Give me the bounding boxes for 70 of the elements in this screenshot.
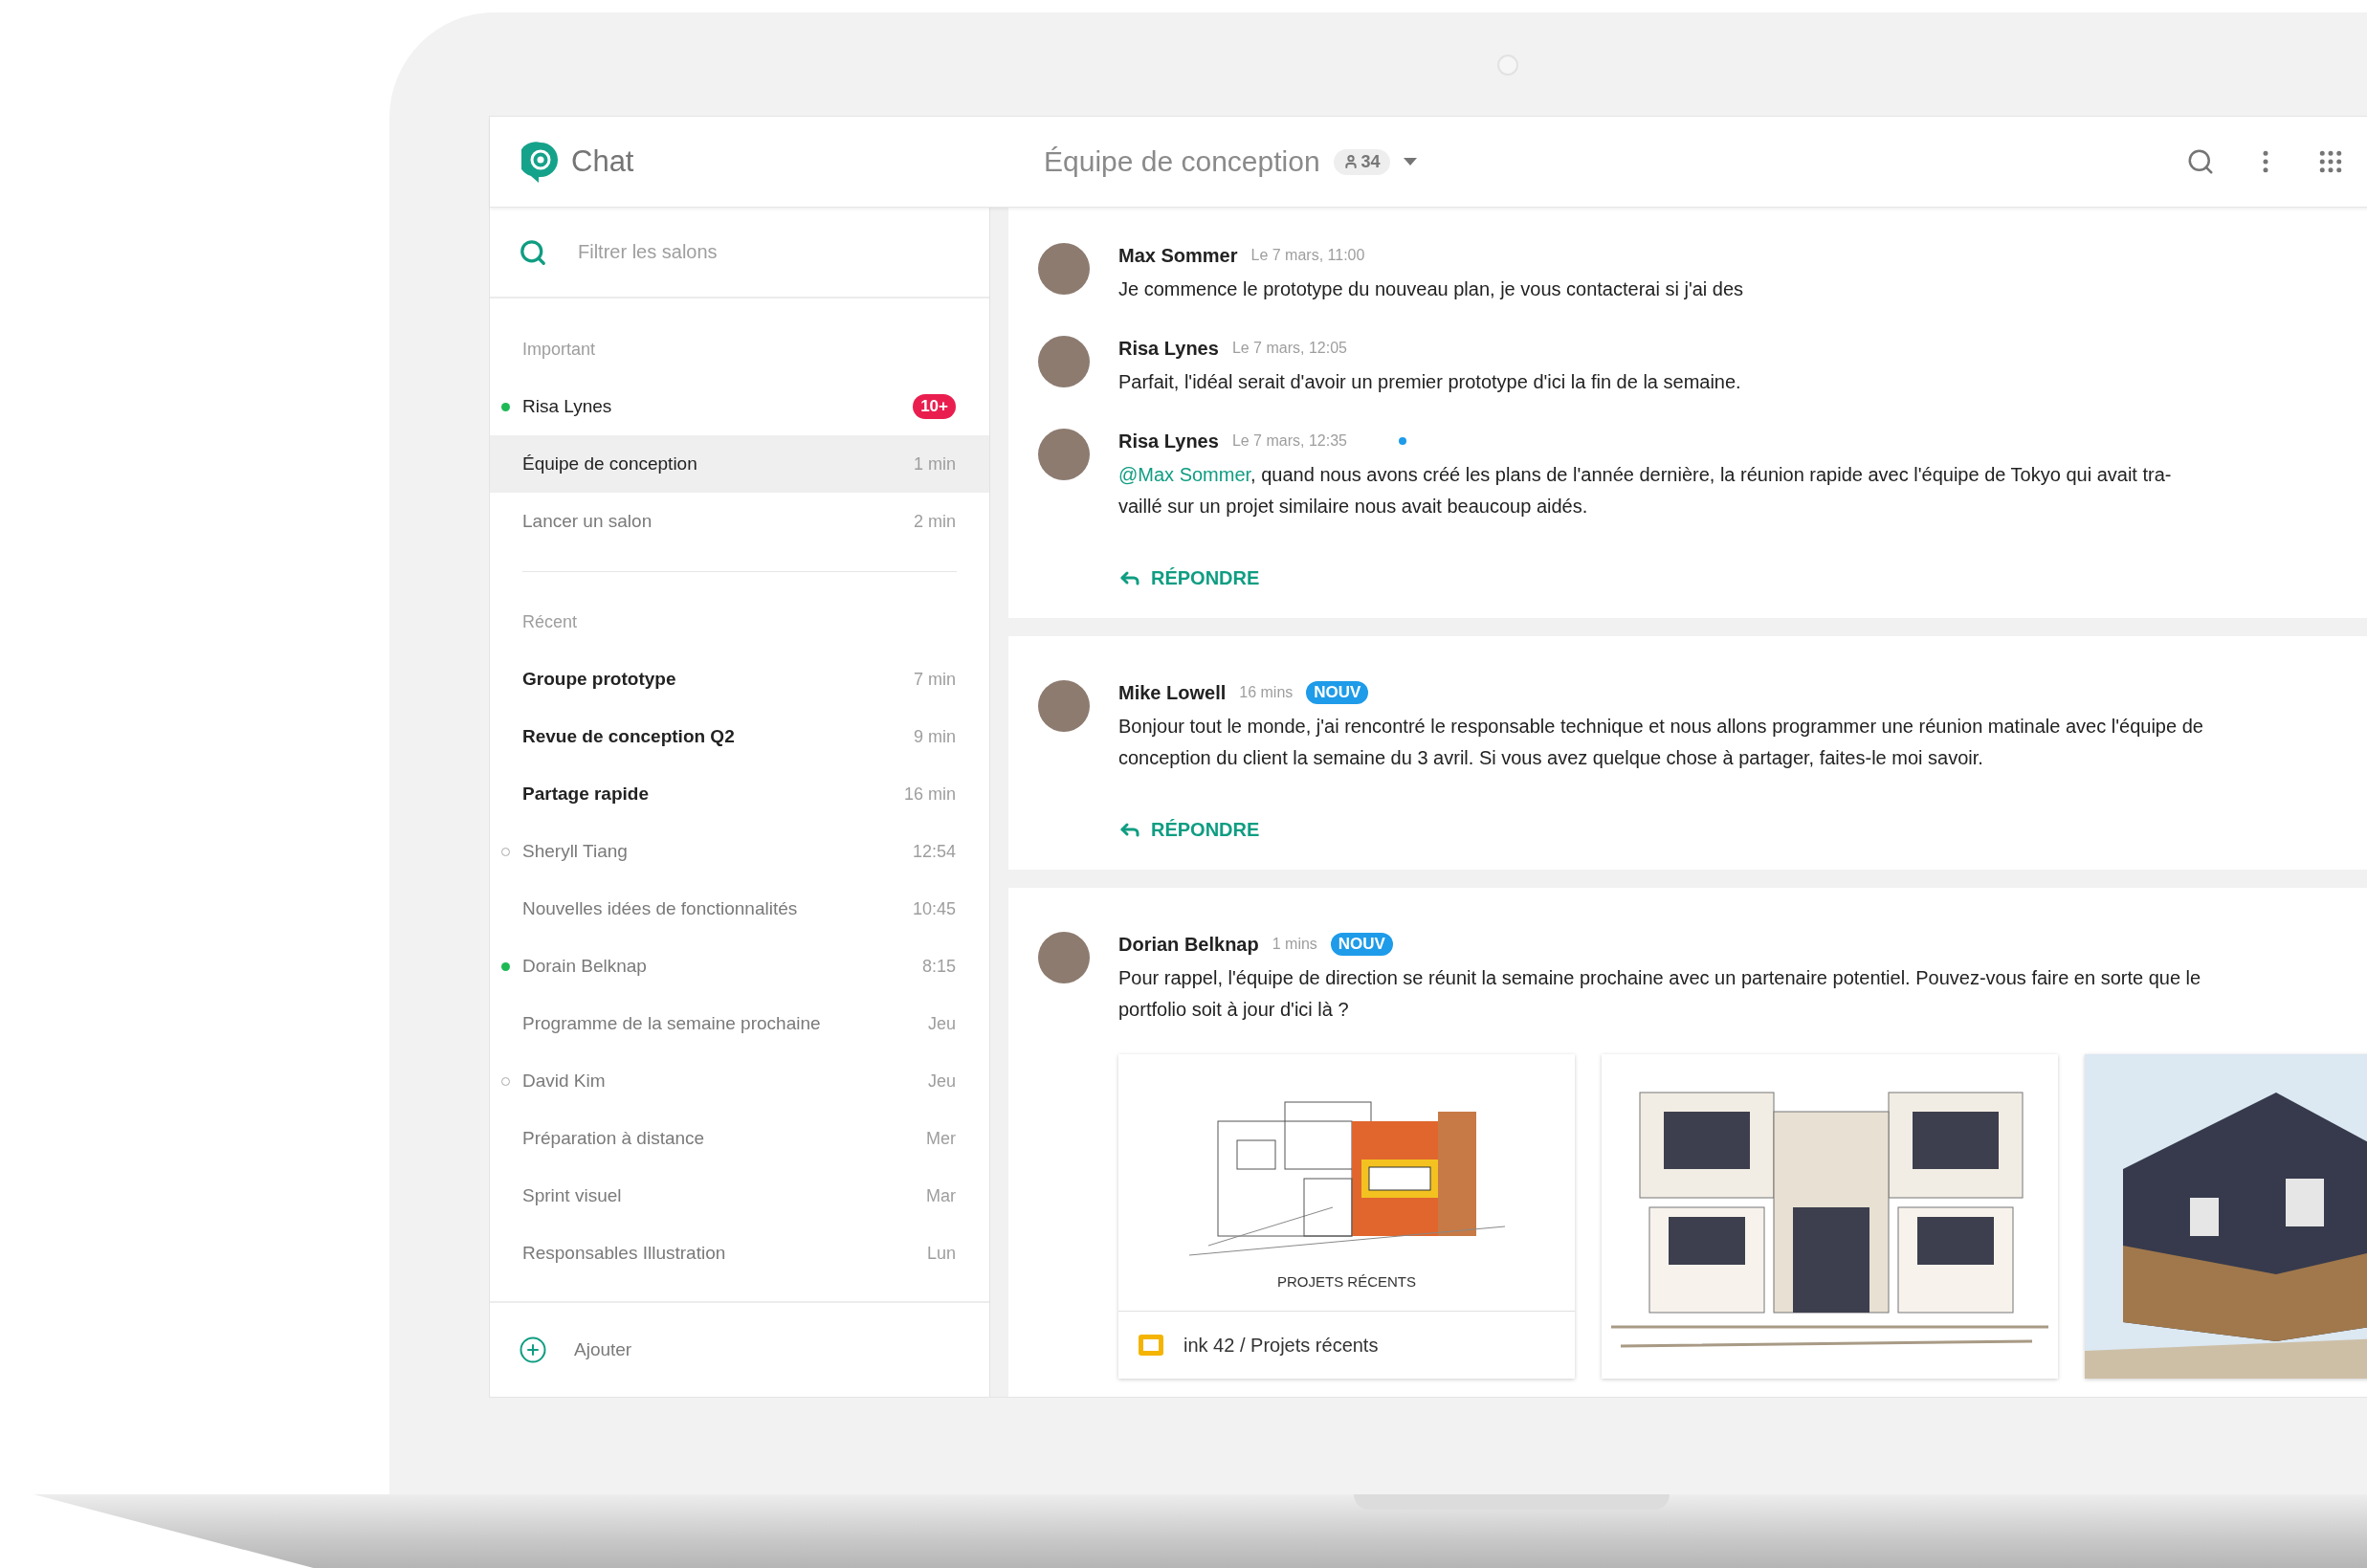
room-time: Lun	[926, 1243, 956, 1264]
app-name: Chat	[571, 144, 634, 179]
room-item[interactable]: Lancer un salon 2 min	[490, 493, 989, 550]
person-icon	[1342, 154, 1359, 169]
author-name: Mike Lowell	[1118, 681, 1227, 704]
unread-count-badge: 10+	[913, 394, 956, 419]
avatar	[1038, 680, 1090, 732]
dropdown-caret-icon[interactable]	[1403, 158, 1417, 166]
section-title: Récent	[521, 610, 579, 633]
reply-button[interactable]: RÉPONDRE	[1118, 818, 1260, 841]
add-label[interactable]: Ajouter	[574, 1339, 632, 1360]
message-time: 1 mins	[1272, 936, 1317, 953]
add-icon[interactable]	[519, 1336, 547, 1364]
room-time: Jeu	[927, 1071, 956, 1092]
message-time: Le 7 mars, 12:05	[1231, 340, 1347, 357]
room-item[interactable]: Groupe prototype 7 min	[490, 651, 989, 708]
room-item[interactable]: Partage rapide 16 min	[490, 765, 989, 823]
avatar	[1038, 243, 1090, 295]
member-count: 34	[1333, 148, 1390, 175]
message-text: @Max Sommer, quand nous avons créé les plans de l'année dernière, la réunion rapide avec l'équipe de Tokyo qui avait tra-vaillé sur un projet similaire nous avait beaucoup aidés.	[1118, 463, 2173, 519]
author-name: Max Sommer	[1118, 244, 1238, 267]
room-time: 2 min	[914, 511, 956, 532]
new-badge: NOUV	[1306, 681, 1369, 704]
new-badge: NOUV	[1330, 933, 1393, 956]
room-item[interactable]: Responsables Illustration Lun	[490, 1225, 989, 1282]
mention-link[interactable]: @Max Sommer	[1118, 464, 1251, 485]
message-time: 16 mins	[1239, 684, 1294, 701]
room-item[interactable]: Équipe de conception 1 min	[490, 435, 989, 493]
search-icon	[519, 237, 547, 267]
room-time: 8:15	[921, 956, 956, 977]
file-title: ink 42 / Projets récents	[1184, 1334, 1379, 1357]
file-preview-card[interactable]: PROJETS RÉCENTS ink 42 / Projets récents	[1118, 1054, 1575, 1379]
avatar	[1038, 429, 1090, 480]
room-time: 1 min	[914, 453, 956, 475]
room-item[interactable]: Nouvelles idées de fonctionnalités 10:45	[490, 880, 989, 938]
message-time: Le 7 mars, 11:00	[1250, 247, 1365, 264]
author-name: Risa Lynes	[1118, 337, 1219, 360]
author-name: Dorian Belknap	[1118, 933, 1259, 956]
message-text: Bonjour tout le monde, j'ai rencontré le responsable technique et nous allons programmer une réunion matinale avec l'équipe de conception du client la semaine du 3 avril. Si vous avez quelque chose à partager, faites-le moi savoir.	[1118, 715, 2203, 770]
slide-caption: PROJETS RÉCENTS	[1277, 1273, 1416, 1290]
room-time: Jeu	[927, 1013, 956, 1034]
room-filter-field[interactable]: Filtrer les salons	[490, 208, 989, 298]
room-time: Mar	[926, 1185, 956, 1206]
room-item[interactable]: Revue de conception Q2 9 min	[490, 708, 989, 765]
room-item[interactable]: David Kim Jeu	[490, 1052, 989, 1110]
message-text: Je commence le prototype du nouveau plan, je vous contacterai si j'ai des	[1118, 277, 1745, 301]
room-title: Équipe de conception	[1044, 145, 1320, 178]
room-time: 7 min	[914, 669, 956, 690]
room-item[interactable]: Sheryll Tiang 12:54	[490, 823, 989, 880]
room-time: 9 min	[914, 726, 956, 747]
room-time: Mer	[926, 1128, 956, 1149]
chat-logo-icon	[521, 141, 560, 183]
author-name: Risa Lynes	[1118, 430, 1219, 453]
room-time: 10:45	[912, 898, 956, 919]
room-time: 16 min	[903, 784, 956, 805]
room-item[interactable]: Préparation à distance Mer	[490, 1110, 989, 1167]
room-item[interactable]: Programme de la semaine prochaine Jeu	[490, 995, 989, 1052]
section-title: Important	[521, 338, 597, 361]
room-item[interactable]: Sprint visuel Mar	[490, 1167, 989, 1225]
avatar	[1038, 932, 1090, 983]
room-item[interactable]: Risa Lynes 10+	[490, 378, 989, 435]
avatar	[1038, 336, 1090, 387]
reply-button[interactable]: RÉPONDRE	[1118, 566, 1260, 589]
message-time: Le 7 mars, 12:35	[1231, 432, 1347, 450]
room-item[interactable]: Dorain Belknap 8:15	[490, 938, 989, 995]
message-text: Parfait, l'idéal serait d'avoir un premier prototype d'ici la fin de la semaine.	[1118, 370, 1742, 394]
search-icon[interactable]	[2186, 147, 2215, 176]
message-text: Pour rappel, l'équipe de direction se réunit la semaine prochaine avec un partenaire potentiel. Pouvez-vous faire en sorte que le portfolio soit à jour d'ici là ?	[1118, 966, 2202, 1022]
slides-icon	[1138, 1334, 1164, 1357]
room-time: 12:54	[912, 841, 956, 862]
